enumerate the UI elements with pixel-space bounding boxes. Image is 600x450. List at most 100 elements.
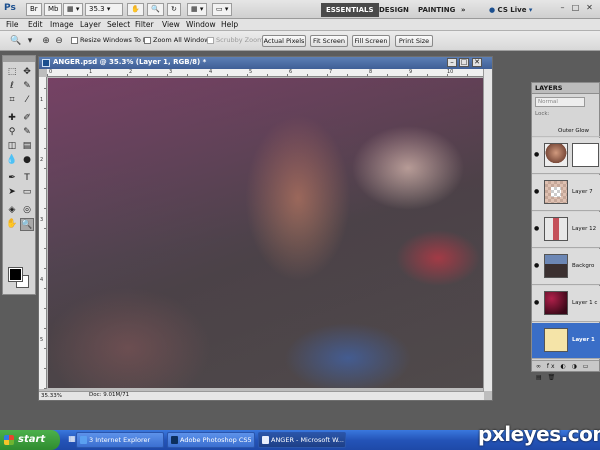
- zoom-tool-button[interactable]: 🔍: [147, 3, 164, 16]
- document-minimize-button[interactable]: –: [447, 58, 457, 67]
- visibility-eye-icon[interactable]: ●: [534, 188, 541, 195]
- layers-panel-footer[interactable]: ∞ fx ◐ ◑ ▭ ▤ 🗑: [532, 360, 599, 381]
- start-button[interactable]: start: [0, 430, 60, 450]
- ruler-number: 2: [129, 69, 133, 75]
- visibility-eye-icon[interactable]: ●: [534, 151, 541, 158]
- pen-tool-icon[interactable]: ✒: [5, 172, 19, 185]
- bridge-button[interactable]: Br: [26, 3, 42, 16]
- document-title-bar[interactable]: ANGER.psd @ 35.3% (Layer 1, RGB/8) * – □…: [39, 57, 492, 69]
- document-close-button[interactable]: ✕: [472, 58, 482, 67]
- foreground-color-swatch[interactable]: [8, 267, 23, 282]
- dodge-tool-icon[interactable]: ●: [20, 154, 34, 167]
- workspace-design[interactable]: DESIGN: [374, 3, 414, 17]
- eyedropper-tool-icon[interactable]: ⁄: [20, 94, 34, 107]
- view-extras-menu[interactable]: ▦ ▾: [63, 3, 84, 16]
- menu-file[interactable]: File: [6, 19, 19, 31]
- 3d-orbit-tool-icon[interactable]: ◎: [20, 204, 34, 217]
- taskbar-internet-explorer[interactable]: 3 Internet Explorer: [76, 432, 164, 448]
- horizontal-scrollbar[interactable]: [129, 391, 484, 400]
- actual-pixels-button[interactable]: Actual Pixels: [262, 35, 306, 47]
- hand-tool-icon[interactable]: ✋: [5, 218, 19, 231]
- visibility-eye-icon[interactable]: ●: [534, 225, 541, 232]
- close-button[interactable]: ✕: [584, 3, 595, 14]
- ruler-number: 1: [40, 97, 44, 103]
- layer-mask-thumbnail[interactable]: [572, 143, 599, 167]
- menu-help[interactable]: Help: [221, 19, 238, 31]
- blur-tool-icon[interactable]: 💧: [5, 154, 19, 167]
- marquee-tool-icon[interactable]: ⬚: [5, 66, 19, 79]
- tools-panel-grip[interactable]: [3, 56, 35, 62]
- zoom-tool-icon[interactable]: 🔍: [20, 218, 34, 231]
- 3d-rotate-tool-icon[interactable]: ◈: [5, 204, 19, 217]
- more-workspaces-button[interactable]: »: [456, 3, 471, 17]
- lasso-tool-icon[interactable]: ℓ: [5, 80, 19, 93]
- menu-filter[interactable]: Filter: [135, 19, 154, 31]
- move-tool-icon[interactable]: ✥: [20, 66, 34, 79]
- taskbar-anger-word[interactable]: ANGER - Microsoft W...: [258, 432, 346, 448]
- document-maximize-button[interactable]: □: [459, 58, 469, 67]
- crop-tool-icon[interactable]: ⌗: [5, 94, 19, 107]
- minimize-button[interactable]: –: [557, 3, 568, 14]
- visibility-eye-icon[interactable]: ●: [534, 299, 541, 306]
- hand-tool-button[interactable]: ✋: [127, 3, 144, 16]
- healing-brush-tool-icon[interactable]: ✚: [5, 112, 19, 125]
- status-zoom-value[interactable]: 35.33%: [41, 392, 62, 400]
- ruler-number: 9: [409, 69, 413, 75]
- type-tool-icon[interactable]: T: [20, 172, 34, 185]
- fill-screen-button[interactable]: Fill Screen: [352, 35, 390, 47]
- layer-row[interactable]: ● Layer 1: [532, 323, 600, 359]
- eraser-tool-icon[interactable]: ◫: [5, 140, 19, 153]
- cs-live-button[interactable]: ● CS Live ▾: [484, 3, 537, 17]
- blend-mode-dropdown[interactable]: Normal: [535, 97, 585, 107]
- print-size-button[interactable]: Print Size: [395, 35, 433, 47]
- layer-row[interactable]: ● Layer 1 c: [532, 286, 600, 322]
- visibility-eye-icon[interactable]: ●: [534, 336, 541, 343]
- menu-window[interactable]: Window: [186, 19, 216, 31]
- zoom-all-windows-checkbox[interactable]: [144, 37, 151, 44]
- screen-mode-button[interactable]: ▭ ▾: [212, 3, 233, 16]
- menu-edit[interactable]: Edit: [28, 19, 43, 31]
- zoom-tool-preset-icon[interactable]: 🔍: [10, 35, 22, 47]
- clone-stamp-tool-icon[interactable]: ⚲: [5, 126, 19, 139]
- workspace-essentials[interactable]: ESSENTIALS: [321, 3, 379, 17]
- internet-explorer-icon: [80, 436, 87, 444]
- zoom-level-dropdown[interactable]: 35.3 ▾: [85, 3, 123, 16]
- ruler-number: 3: [40, 217, 44, 223]
- gradient-tool-icon[interactable]: ▤: [20, 140, 34, 153]
- visibility-eye-icon[interactable]: ●: [534, 262, 541, 269]
- layer-name: Layer 1: [572, 337, 595, 343]
- layers-tab[interactable]: LAYERS: [532, 83, 599, 94]
- layer-row[interactable]: ● Layer 12: [532, 212, 600, 248]
- ruler-number: 10: [447, 69, 454, 75]
- menu-view[interactable]: View: [162, 19, 180, 31]
- layer-row[interactable]: ● Backgro: [532, 249, 600, 285]
- path-selection-tool-icon[interactable]: ➤: [5, 186, 19, 199]
- vertical-ruler[interactable]: 1 2 3 4 5: [39, 77, 47, 389]
- fit-screen-button[interactable]: Fit Screen: [310, 35, 348, 47]
- vertical-scrollbar[interactable]: [483, 69, 492, 391]
- zoom-in-icon[interactable]: ⊕: [40, 35, 52, 47]
- taskbar-photoshop[interactable]: Adobe Photoshop CS5: [167, 432, 255, 448]
- rotate-view-button[interactable]: ↻: [167, 3, 181, 16]
- menu-image[interactable]: Image: [50, 19, 74, 31]
- quick-select-tool-icon[interactable]: ✎: [20, 80, 34, 93]
- brush-tool-icon[interactable]: ✐: [20, 112, 34, 125]
- preset-dropdown-icon[interactable]: ▾: [24, 35, 36, 47]
- scrubby-zoom-checkbox[interactable]: [207, 37, 214, 44]
- arrange-documents-button[interactable]: ▦ ▾: [187, 3, 208, 16]
- resize-windows-checkbox[interactable]: [71, 37, 78, 44]
- rectangle-tool-icon[interactable]: ▭: [20, 186, 34, 199]
- layer-row[interactable]: ● Layer 7: [532, 175, 600, 211]
- layer-effect-row[interactable]: Outer Glow: [532, 127, 600, 137]
- horizontal-ruler[interactable]: 0 1 2 3 4 5 6 7 8 9 10: [47, 69, 484, 77]
- zoom-out-icon[interactable]: ⊖: [53, 35, 65, 47]
- layer-name: Backgro: [572, 263, 595, 269]
- workspace-painting[interactable]: PAINTING: [413, 3, 460, 17]
- menu-layer[interactable]: Layer: [80, 19, 101, 31]
- minibridge-button[interactable]: Mb: [44, 3, 63, 16]
- image-canvas[interactable]: [48, 78, 484, 388]
- maximize-button[interactable]: □: [570, 3, 581, 14]
- menu-select[interactable]: Select: [107, 19, 130, 31]
- history-brush-tool-icon[interactable]: ✎: [20, 126, 34, 139]
- layer-row[interactable]: ●: [532, 138, 600, 174]
